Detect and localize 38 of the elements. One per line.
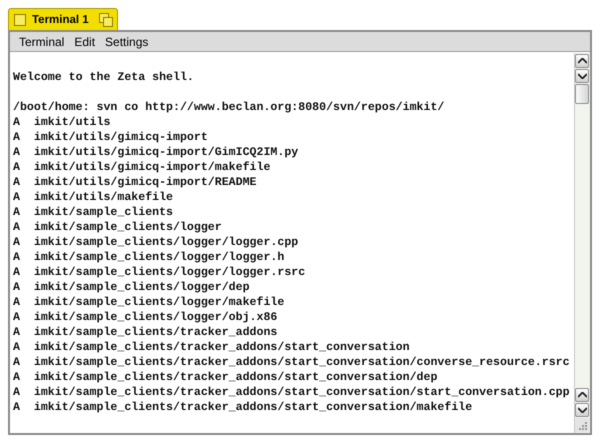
terminal-line: A imkit/sample_clients/tracker_addons/start_conversation/start_conversation.cpp [13, 385, 571, 400]
menu-item[interactable]: Edit [69, 34, 100, 50]
terminal-line: A imkit/utils/gimicq-import [13, 130, 209, 145]
caret-up-icon [578, 58, 586, 64]
scroll-down-button[interactable] [575, 69, 589, 83]
terminal-line: A imkit/sample_clients/logger/logger.rsrc [13, 265, 306, 280]
caret-down-icon [578, 407, 586, 413]
scroll-up-button[interactable] [575, 388, 589, 402]
close-icon[interactable] [14, 14, 26, 26]
zoom-icon[interactable] [99, 12, 113, 26]
terminal-line: A imkit/sample_clients/tracker_addons [13, 325, 278, 340]
terminal-line: A imkit/sample_clients/logger/logger.cpp [13, 235, 300, 250]
terminal-line: A imkit/utils/gimicq-import/README [13, 175, 258, 190]
window-tab[interactable]: Terminal 1 [8, 8, 118, 30]
caret-down-icon [578, 73, 586, 79]
terminal-line: A imkit/sample_clients/logger/logger.h [13, 250, 286, 265]
terminal-line: A imkit/sample_clients/tracker_addons/start_conversation/makefile [13, 400, 474, 415]
terminal-line: A imkit/sample_clients/tracker_addons/start_conversation [13, 340, 411, 355]
scroll-down-button[interactable] [575, 403, 589, 417]
terminal-line: A imkit/sample_clients/logger/dep [13, 280, 251, 295]
terminal-line: A imkit/sample_clients/logger [13, 220, 223, 235]
terminal-line: A imkit/utils/makefile [13, 190, 174, 205]
scroll-thumb[interactable] [575, 84, 589, 104]
terminal-line: Welcome to the Zeta shell. [13, 70, 195, 85]
caret-up-icon [578, 392, 586, 398]
terminal-line: A imkit/sample_clients [13, 205, 174, 220]
scroll-up-button[interactable] [575, 54, 589, 68]
terminal-line: A imkit/utils/gimicq-import/makefile [13, 160, 272, 175]
terminal-line: A imkit/sample_clients/logger/obj.x86 [13, 310, 278, 325]
terminal-line: /boot/home: svn co http://www.beclan.org:8080/svn/repos/imkit/ [13, 100, 446, 115]
terminal-line: A imkit/sample_clients/tracker_addons/start_conversation/converse_resource.rsrc [13, 355, 571, 370]
menu-item[interactable]: Terminal [14, 34, 70, 50]
resize-grip-icon[interactable] [575, 418, 589, 432]
terminal-line: A imkit/sample_clients/tracker_addons/start_conversation/dep [13, 370, 438, 385]
terminal-line: A imkit/utils/gimicq-import/GimICQ2IM.py [13, 145, 300, 160]
terminal-line: A imkit/utils [13, 115, 112, 130]
terminal-line: A imkit/sample_clients/logger/makefile [13, 295, 286, 310]
menu-item[interactable]: Settings [100, 34, 154, 50]
